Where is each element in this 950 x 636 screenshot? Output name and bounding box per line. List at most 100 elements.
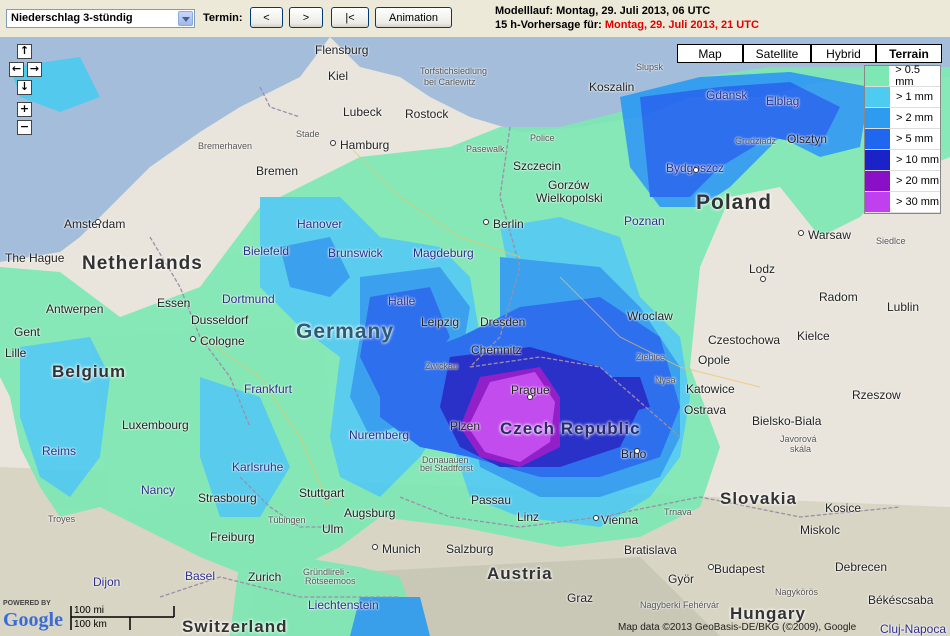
legend-swatch — [865, 150, 890, 170]
city-label: Karlsruhe — [232, 460, 284, 474]
precip-legend: > 0.5 mm > 1 mm > 2 mm > 5 mm > 10 mm > 20 mm… — [864, 64, 941, 214]
city-label: Magdeburg — [413, 246, 474, 260]
google-logo: Google — [3, 609, 63, 632]
city-label: Szczecin — [513, 159, 562, 173]
city-label: Chemnitz — [471, 343, 522, 357]
city-label: Nagykörös — [775, 587, 819, 597]
zoom-in-button[interactable]: + — [17, 102, 32, 117]
product-select-value: Niederschlag 3-stündig — [11, 12, 133, 24]
city-label: Freiburg — [210, 530, 255, 544]
city-label: Dusseldorf — [191, 313, 249, 327]
city-label: Miskolc — [800, 523, 841, 537]
chevron-down-icon[interactable] — [178, 11, 193, 26]
country-slovakia: Slovakia — [720, 489, 797, 508]
city-label: Rzeszow — [852, 388, 901, 402]
city-label: Dresden — [480, 315, 526, 329]
city-label: Gent — [14, 325, 41, 339]
city-label: Stade — [296, 129, 320, 139]
map-type-terrain[interactable]: Terrain — [876, 44, 942, 63]
city-label: Czestochowa — [708, 333, 781, 347]
termin-label: Termin: — [203, 12, 243, 24]
city-label: Wroclaw — [627, 309, 673, 323]
legend-row: > 20 mm — [865, 171, 940, 192]
legend-row: > 5 mm — [865, 129, 940, 150]
animation-button[interactable]: Animation — [375, 7, 452, 28]
prev-button[interactable]: < — [250, 7, 283, 28]
pan-up-button[interactable]: ↑ — [17, 44, 32, 59]
pan-left-button[interactable]: ← — [9, 62, 24, 77]
city-marker — [330, 140, 336, 146]
city-label: Lubeck — [343, 105, 382, 119]
legend-swatch — [865, 87, 890, 107]
pan-right-button[interactable]: → — [27, 62, 42, 77]
legend-label: > 30 mm — [896, 196, 940, 208]
city-label: bei Carlewitz — [424, 77, 476, 87]
forecast-value: Montag, 29. Juli 2013, 21 UTC — [604, 19, 759, 31]
forecast-label: 15 h-Vorhersage für: — [495, 19, 602, 31]
legend-swatch — [865, 129, 890, 149]
city-label: Nuremberg — [349, 428, 410, 442]
country-austria: Austria — [487, 564, 553, 583]
city-label: Cluj-Napoca — [880, 622, 947, 636]
next-button[interactable]: > — [289, 7, 323, 28]
legend-row: > 30 mm — [865, 192, 940, 213]
city-label: Dortmund — [222, 292, 275, 306]
city-label: Graz — [567, 591, 594, 605]
city-label: Essen — [157, 296, 191, 310]
city-label: Frankfurt — [244, 382, 293, 396]
legend-row: > 1 mm — [865, 87, 940, 108]
product-select[interactable]: Niederschlag 3-stündig — [6, 9, 195, 28]
city-label: Halle — [388, 294, 416, 308]
first-button[interactable]: |< — [331, 7, 369, 28]
legend-label: > 1 mm — [896, 91, 933, 103]
city-label: Luxembourg — [122, 418, 189, 432]
legend-row: > 0.5 mm — [865, 64, 940, 88]
city-label: Strasbourg — [198, 491, 257, 505]
map-type-satellite[interactable]: Satellite — [743, 44, 811, 63]
city-label: Linz — [517, 510, 540, 524]
city-label: The Hague — [5, 251, 65, 265]
country-germany: Germany — [296, 320, 395, 343]
city-label: Ulm — [322, 522, 344, 536]
city-label: Liechtenstein — [308, 598, 379, 612]
city-label: Javorová — [780, 434, 817, 444]
legend-label: > 5 mm — [896, 133, 933, 145]
city-label: Nysa — [655, 375, 676, 385]
city-marker — [693, 167, 699, 173]
powered-by-label: POWERED BY — [3, 600, 51, 607]
city-label: Hamburg — [340, 138, 390, 152]
city-label: Nancy — [141, 483, 176, 497]
map-type-map[interactable]: Map — [677, 44, 743, 63]
city-label: Lublin — [887, 300, 920, 314]
city-label: Opole — [698, 353, 731, 367]
city-label: Rostock — [405, 107, 449, 121]
city-marker — [190, 336, 196, 342]
city-label: Trnava — [664, 507, 692, 517]
city-label: Kielce — [797, 329, 830, 343]
city-label: Amsterdam — [64, 217, 126, 231]
legend-swatch — [865, 66, 890, 86]
legend-label: > 10 mm — [896, 154, 940, 166]
city-label: Slupsk — [636, 62, 664, 72]
legend-swatch — [865, 108, 890, 128]
city-marker — [95, 219, 101, 225]
city-label: Zurich — [248, 570, 282, 584]
zoom-out-button[interactable]: − — [17, 120, 32, 135]
city-label: Hanover — [297, 217, 343, 231]
city-label: Lodz — [749, 262, 776, 276]
scale-km: 100 km — [74, 619, 107, 630]
city-label: Gorzów — [548, 178, 590, 192]
city-label: Reims — [42, 444, 77, 458]
city-marker — [527, 394, 533, 400]
city-label: Ostrava — [684, 403, 727, 417]
map-view[interactable]: Netherlands Germany Poland Belgium Czech… — [0, 37, 950, 636]
city-label: Munich — [382, 542, 421, 556]
city-label: Police — [530, 133, 555, 143]
country-netherlands: Netherlands — [82, 253, 203, 274]
map-type-hybrid[interactable]: Hybrid — [811, 44, 876, 63]
city-label: Tübingen — [268, 515, 306, 525]
legend-label: > 0.5 mm — [895, 64, 921, 88]
city-marker — [593, 515, 599, 521]
pan-down-button[interactable]: ↓ — [17, 80, 32, 95]
city-label: Cologne — [200, 334, 245, 348]
